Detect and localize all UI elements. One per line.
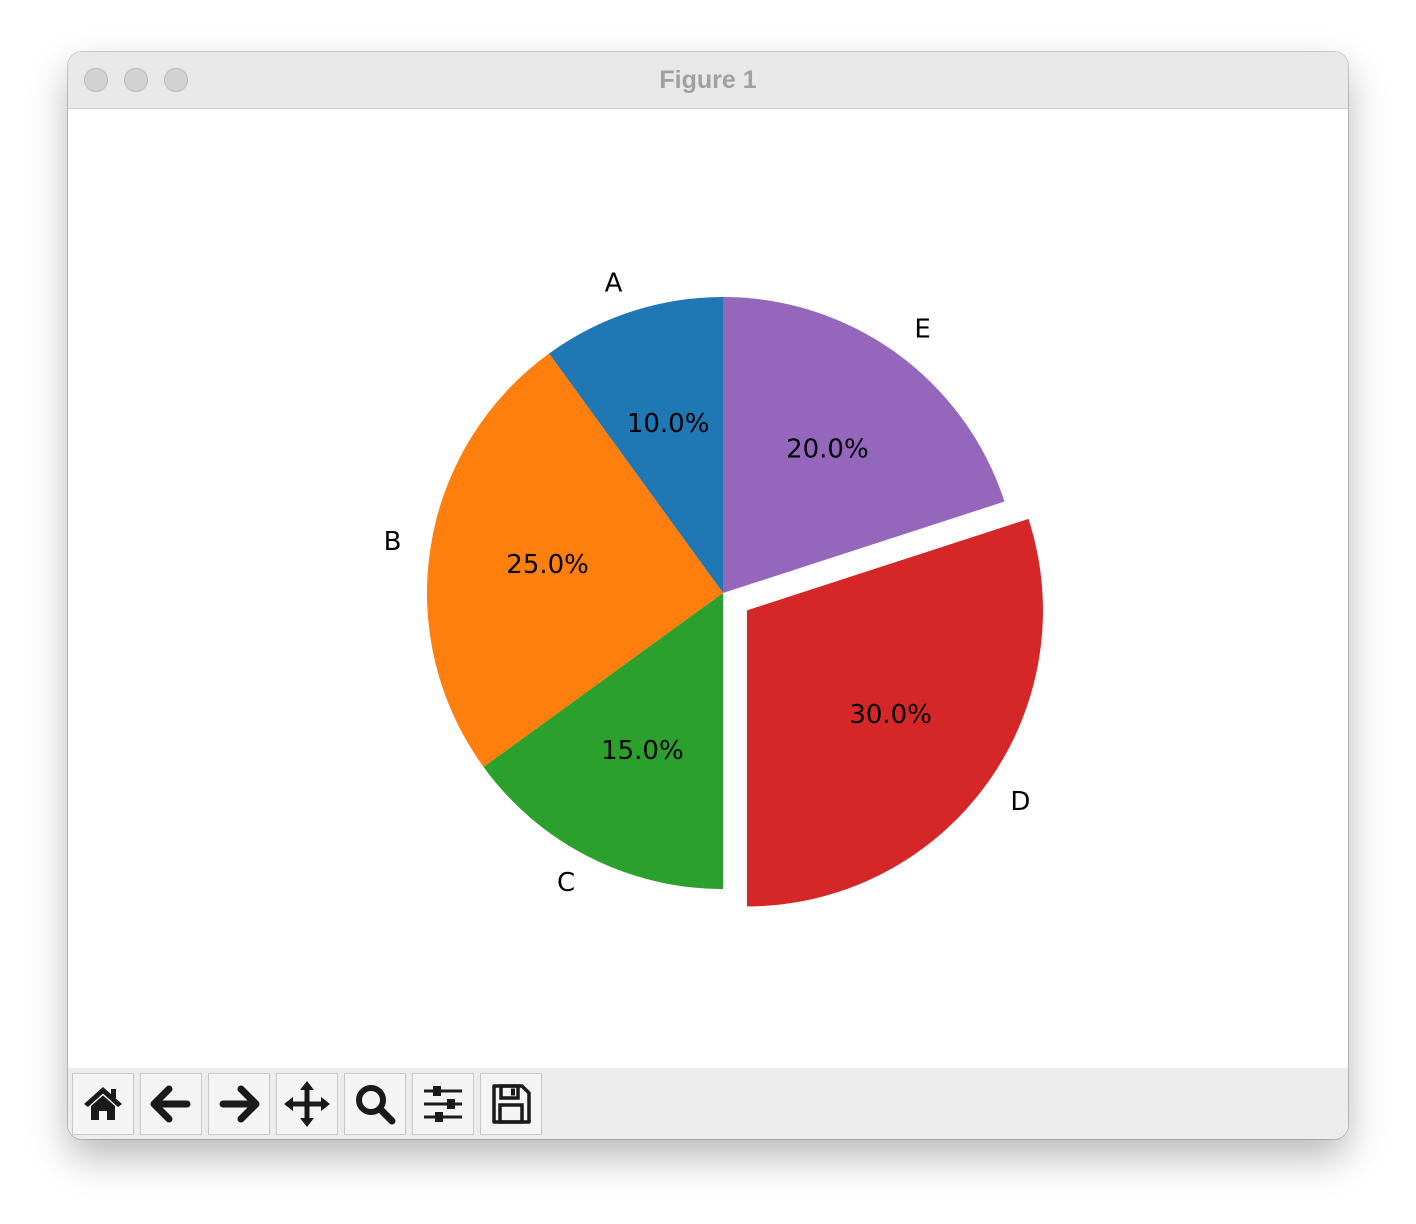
forward-button[interactable] (208, 1073, 270, 1135)
move-icon (284, 1081, 330, 1127)
pie-chart: 10.0% A 25.0% B 15.0% C 30.0% D 20.0% E (384, 268, 1043, 907)
home-button[interactable] (72, 1073, 134, 1135)
save-button[interactable] (480, 1073, 542, 1135)
pct-label-a: 10.0% (627, 409, 710, 439)
home-icon (84, 1087, 122, 1120)
slice-label-b: B (384, 527, 402, 557)
figure-window: Figure 1 10.0% A 25.0% B 15.0% C 30.0% D 20.0% E (68, 52, 1348, 1139)
magnifier-icon (356, 1085, 396, 1125)
back-button[interactable] (140, 1073, 202, 1135)
pct-label-b: 25.0% (506, 550, 589, 580)
navigation-toolbar (68, 1068, 1348, 1139)
window-title: Figure 1 (659, 66, 757, 94)
sliders-icon (424, 1086, 462, 1122)
slice-label-a: A (605, 268, 623, 298)
floppy-disk-icon (492, 1084, 531, 1124)
title-bar[interactable]: Figure 1 (68, 52, 1348, 109)
configure-subplots-button[interactable] (412, 1073, 474, 1135)
pct-label-c: 15.0% (601, 736, 684, 766)
figure-canvas: 10.0% A 25.0% B 15.0% C 30.0% D 20.0% E (68, 109, 1348, 1068)
pct-label-d: 30.0% (849, 700, 932, 730)
pan-button[interactable] (276, 1073, 338, 1135)
slice-label-c: C (557, 868, 575, 898)
slice-label-e: E (914, 315, 930, 345)
pct-label-e: 20.0% (786, 434, 869, 464)
arrow-left-icon (150, 1085, 191, 1123)
zoom-button[interactable] (344, 1073, 406, 1135)
arrow-right-icon (219, 1085, 260, 1123)
slice-label-d: D (1010, 787, 1030, 817)
